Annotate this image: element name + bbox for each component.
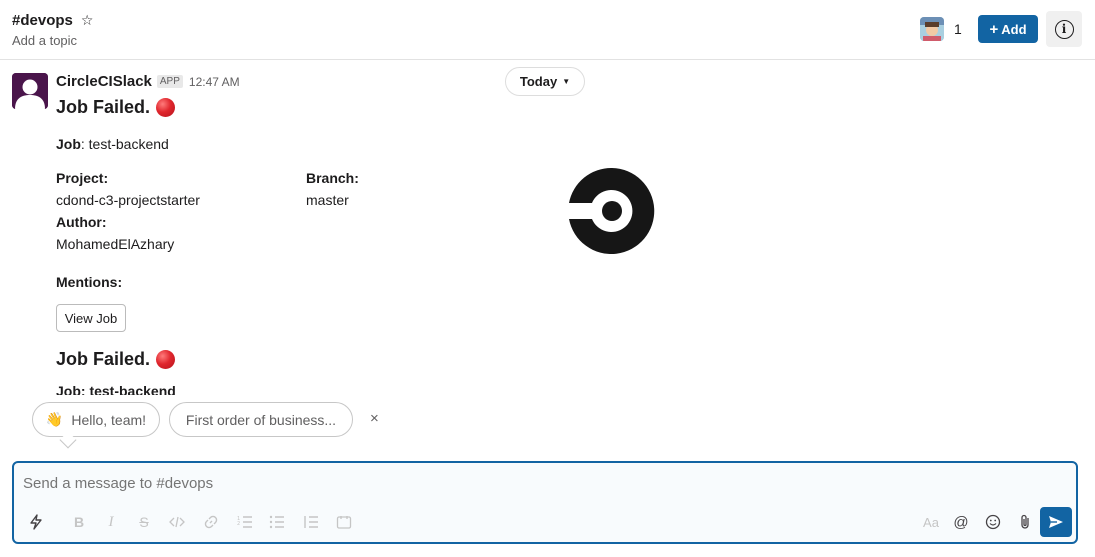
suggestion-text: Hello, team!: [71, 411, 147, 428]
send-icon: [1049, 516, 1063, 528]
plus-icon: +: [989, 20, 999, 38]
send-button[interactable]: [1040, 507, 1072, 537]
text-formatting-toggle[interactable]: Aa: [920, 511, 942, 533]
add-button[interactable]: + Add: [978, 15, 1038, 43]
job-value: : test-backend: [80, 136, 169, 152]
author-value: MohamedElAzhary: [56, 236, 175, 252]
author-label: Author:: [56, 214, 107, 230]
channel-name: #devops: [12, 12, 73, 29]
mentions-label: Mentions:: [56, 274, 122, 290]
job-failed-title: Job Failed.: [56, 97, 176, 118]
code-icon[interactable]: [167, 511, 187, 533]
message-list[interactable]: Today ▼ CircleCISlack APP 12:47 AM Job F…: [0, 61, 1095, 395]
channel-details-button[interactable]: i: [1046, 11, 1082, 47]
suggestion-hello-team[interactable]: 👋 Hello, team!: [32, 402, 160, 437]
waving-hand-icon: 👋: [45, 411, 64, 427]
close-icon[interactable]: ×: [370, 410, 379, 427]
ordered-list-icon[interactable]: 12: [235, 511, 255, 533]
star-icon[interactable]: ☆: [81, 12, 94, 29]
branch-label-text: Branch:: [306, 170, 359, 186]
red-circle-emoji-icon: [156, 98, 176, 117]
strikethrough-icon[interactable]: S: [135, 511, 153, 533]
channel-header: #devops ☆ Add a topic 1 + Add i: [0, 0, 1095, 60]
info-icon: i: [1054, 19, 1074, 39]
suggestion-first-order[interactable]: First order of business...: [169, 402, 353, 437]
job-failed-text-2: Job Failed.: [56, 349, 151, 369]
mention-icon[interactable]: @: [951, 511, 971, 533]
app-badge: APP: [156, 75, 183, 88]
default-user-icon: [12, 73, 48, 109]
sender-name[interactable]: CircleCISlack: [56, 73, 152, 90]
bulleted-list-icon[interactable]: [267, 511, 287, 533]
project-label: Project:: [56, 170, 108, 186]
message-header: CircleCISlack APP 12:47 AM: [56, 73, 240, 90]
message-timestamp[interactable]: 12:47 AM: [189, 75, 240, 89]
project-value: cdond-c3-projectstarter: [56, 192, 200, 208]
truncated-job-line: Job: test-backend: [56, 383, 176, 395]
message-input[interactable]: [23, 475, 923, 492]
red-circle-emoji-icon: [156, 350, 176, 369]
job-label: Job: [56, 136, 81, 152]
bold-icon[interactable]: B: [70, 511, 88, 533]
add-button-label: Add: [1001, 21, 1027, 37]
code-block-icon[interactable]: [334, 511, 354, 533]
italic-icon[interactable]: I: [102, 511, 120, 533]
member-avatar-image: [920, 17, 944, 41]
author-label-text: Author:: [56, 214, 107, 230]
job-failed-title-2: Job Failed.: [56, 349, 176, 370]
emoji-icon[interactable]: [983, 511, 1003, 533]
member-count[interactable]: 1: [954, 21, 962, 37]
chevron-down-icon: ▼: [562, 77, 571, 86]
attachment-icon[interactable]: [1015, 511, 1035, 533]
project-label-text: Project:: [56, 170, 109, 186]
channel-title[interactable]: #devops ☆: [12, 12, 93, 29]
job-failed-text: Job Failed.: [56, 97, 151, 117]
add-topic-link[interactable]: Add a topic: [12, 33, 77, 48]
member-avatar[interactable]: [920, 17, 944, 41]
blockquote-icon[interactable]: [301, 511, 321, 533]
job-line: Job: test-backend: [56, 136, 169, 152]
mentions-label-text: Mentions:: [56, 274, 123, 290]
branch-label: Branch:: [306, 170, 359, 186]
view-job-button[interactable]: View Job: [56, 304, 126, 332]
today-label: Today: [519, 74, 558, 89]
bot-avatar[interactable]: [12, 73, 48, 109]
date-divider-today[interactable]: Today ▼: [505, 67, 585, 96]
branch-value: master: [306, 192, 349, 208]
suggestion-text: First order of business...: [185, 411, 337, 428]
svg-text:2: 2: [237, 521, 240, 527]
lightning-icon[interactable]: [26, 511, 46, 533]
circleci-logo-icon: [569, 167, 655, 254]
message-composer[interactable]: B I S 12 Aa @: [12, 461, 1078, 544]
link-icon[interactable]: [201, 511, 221, 533]
